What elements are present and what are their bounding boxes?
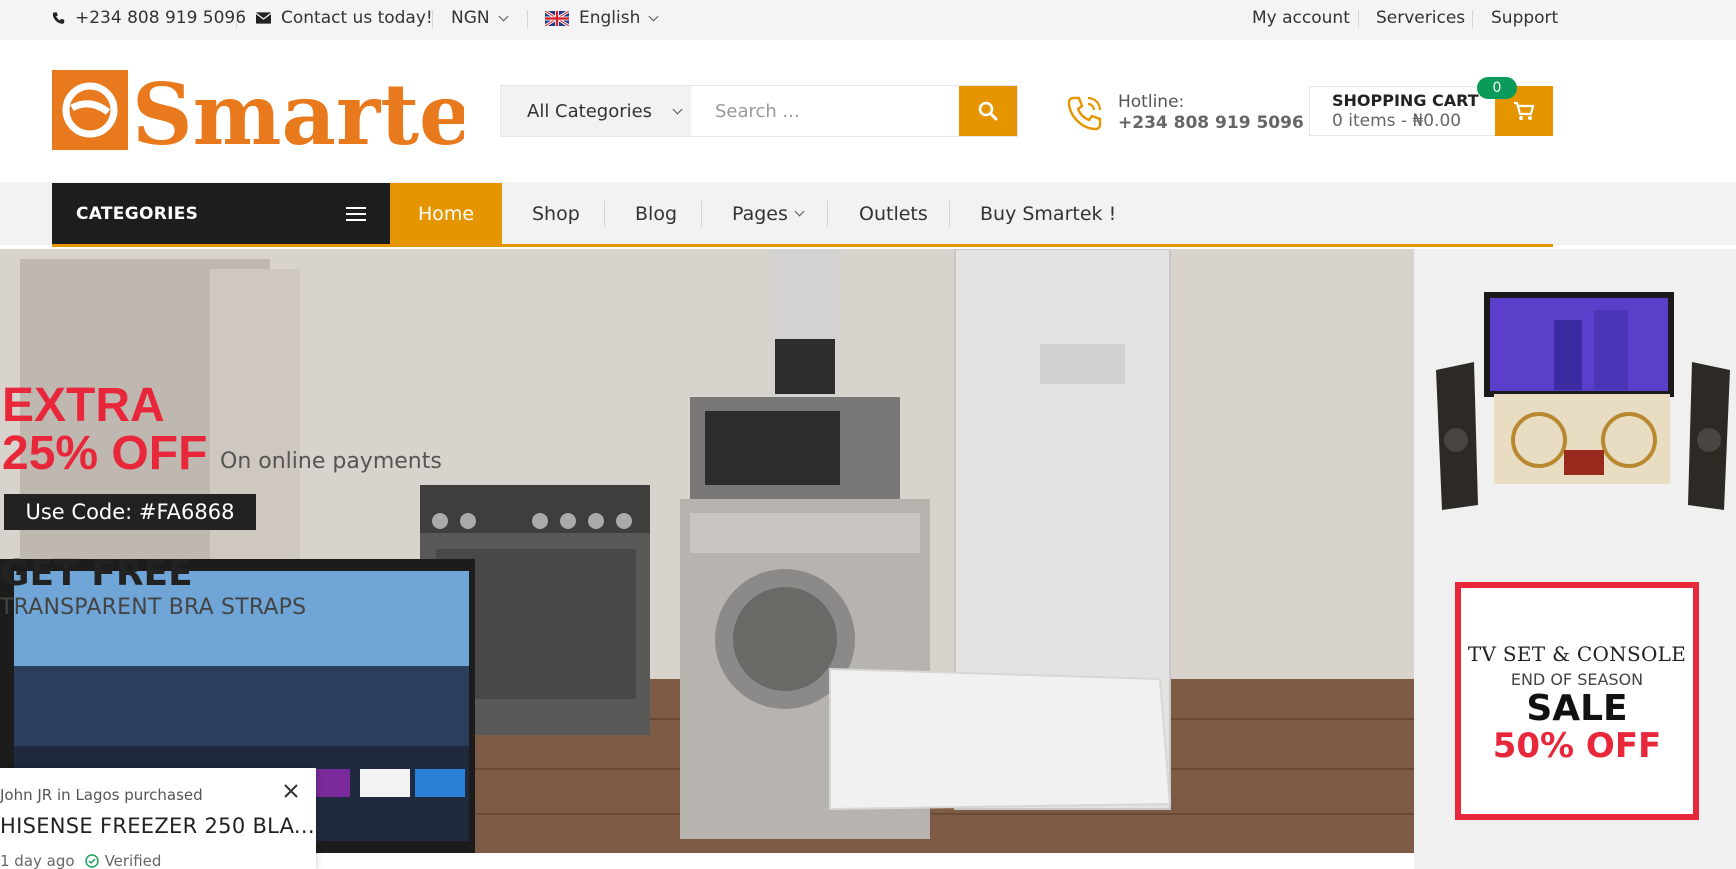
categories-label: CATEGORIES [76, 203, 199, 224]
popup-buyer: John JR in Lagos purchased [0, 786, 203, 804]
category-dropdown[interactable]: All Categories [501, 86, 691, 136]
divider [527, 10, 528, 28]
topbar-contact-text: Contact us today! [281, 8, 433, 28]
search-input[interactable] [691, 86, 959, 136]
nav-pages-label: Pages [732, 202, 788, 225]
tv-sale-banner[interactable]: TV SET & CONSOLE END OF SEASON SALE 50% … [1455, 582, 1699, 820]
appliances-image [0, 249, 1414, 853]
support-label: Support [1491, 8, 1559, 28]
nav-outlets-label: Outlets [859, 202, 928, 225]
nav-blog-label: Blog [635, 202, 677, 225]
phone-ring-icon [1067, 96, 1102, 131]
sale-line-4: 50% OFF [1492, 726, 1662, 766]
language-select[interactable]: English [545, 0, 659, 36]
services-link[interactable]: Serverices [1376, 0, 1465, 36]
nav-shop[interactable]: Shop [532, 183, 580, 244]
tv-console-banner[interactable] [1434, 290, 1730, 515]
chevron-down-icon [672, 104, 683, 114]
chevron-down-icon [648, 11, 659, 21]
top-bar: +234 808 919 5096 Contact us today! NGN … [0, 0, 1736, 40]
popup-meta: 1 day ago Verified [0, 852, 161, 869]
sale-line-3: SALE [1526, 688, 1628, 729]
topbar-phone[interactable]: +234 808 919 5096 [52, 0, 246, 36]
currency-label: NGN [451, 8, 490, 28]
currency-select[interactable]: NGN [451, 0, 509, 36]
popup-verified: Verified [104, 852, 162, 869]
envelope-icon [256, 12, 271, 24]
cart-summary: 0 items - ₦0.00 [1332, 111, 1462, 131]
nav-home[interactable]: Home [390, 183, 502, 244]
search-bar: All Categories [500, 85, 1018, 137]
nav-buy-smartek[interactable]: Buy Smartek ! [980, 183, 1116, 244]
my-account-link[interactable]: My account [1252, 0, 1350, 36]
promo-percent-off: 25% OFF [2, 427, 208, 480]
divider [949, 201, 950, 227]
close-icon[interactable] [282, 782, 300, 800]
site-logo[interactable]: Smartek [52, 65, 532, 164]
cart-icon [1514, 101, 1535, 120]
nav-underline [52, 244, 1553, 247]
smartek-logo-icon: Smartek [52, 65, 532, 164]
support-link[interactable]: Support [1491, 0, 1558, 36]
divider [236, 10, 237, 28]
topbar-contact[interactable]: Contact us today! [256, 0, 433, 36]
sale-line-2: END OF SEASON [1510, 670, 1644, 689]
nav-shop-label: Shop [532, 202, 580, 225]
nav-home-label: Home [417, 202, 475, 225]
free-title: GET FREE [0, 553, 193, 594]
phone-icon [52, 12, 65, 24]
services-label: Serverices [1376, 8, 1466, 28]
chevron-down-icon [794, 206, 805, 217]
nav-buy-smartek-label: Buy Smartek ! [980, 202, 1117, 225]
promo-online-note: On online payments [220, 449, 442, 474]
nav-pages[interactable]: Pages [732, 183, 805, 244]
category-dropdown-label: All Categories [527, 100, 653, 122]
purchase-notification[interactable]: John JR in Lagos purchased HISENSE FREEZ… [0, 768, 316, 869]
popup-time: 1 day ago [0, 852, 75, 869]
divider [604, 201, 605, 227]
my-account-label: My account [1252, 8, 1350, 28]
chevron-down-icon [498, 11, 509, 21]
uk-flag-icon [545, 10, 569, 26]
hotline-number: +234 808 919 5096 [1118, 113, 1304, 133]
cart-count-badge: 0 [1477, 77, 1517, 99]
divider [701, 201, 702, 227]
nav-blog[interactable]: Blog [635, 183, 677, 244]
topbar-phone-text: +234 808 919 5096 [75, 8, 247, 28]
check-circle-icon [84, 854, 99, 868]
popup-product[interactable]: HISENSE FREEZER 250 BLA... [0, 814, 315, 838]
cart-title: SHOPPING CART [1332, 91, 1479, 110]
promo-extra: EXTRA [2, 379, 165, 432]
logo-text: Smartek [132, 68, 464, 152]
promo-code: Use Code: #FA6868 [4, 494, 256, 530]
hero-banner[interactable]: EXTRA 25% OFF On online payments Use Cod… [0, 249, 1414, 853]
divider [827, 201, 828, 227]
hotline-label: Hotline: [1118, 92, 1185, 112]
shopping-cart[interactable]: SHOPPING CART 0 items - ₦0.00 [1309, 86, 1553, 136]
search-button[interactable] [959, 86, 1017, 136]
search-icon [978, 101, 998, 121]
hamburger-icon [346, 203, 366, 225]
hotline[interactable]: Hotline: +234 808 919 5096 [1064, 88, 1304, 138]
divider [1472, 10, 1473, 28]
free-subtitle: TRANSPARENT BRA STRAPS [0, 595, 307, 620]
tv-console-image [1436, 292, 1730, 510]
divider [432, 10, 433, 28]
sale-line-1: TV SET & CONSOLE [1467, 642, 1687, 666]
nav-outlets[interactable]: Outlets [859, 183, 928, 244]
language-label: English [579, 8, 641, 28]
categories-menu-button[interactable]: CATEGORIES [52, 183, 390, 244]
divider [1358, 10, 1359, 28]
